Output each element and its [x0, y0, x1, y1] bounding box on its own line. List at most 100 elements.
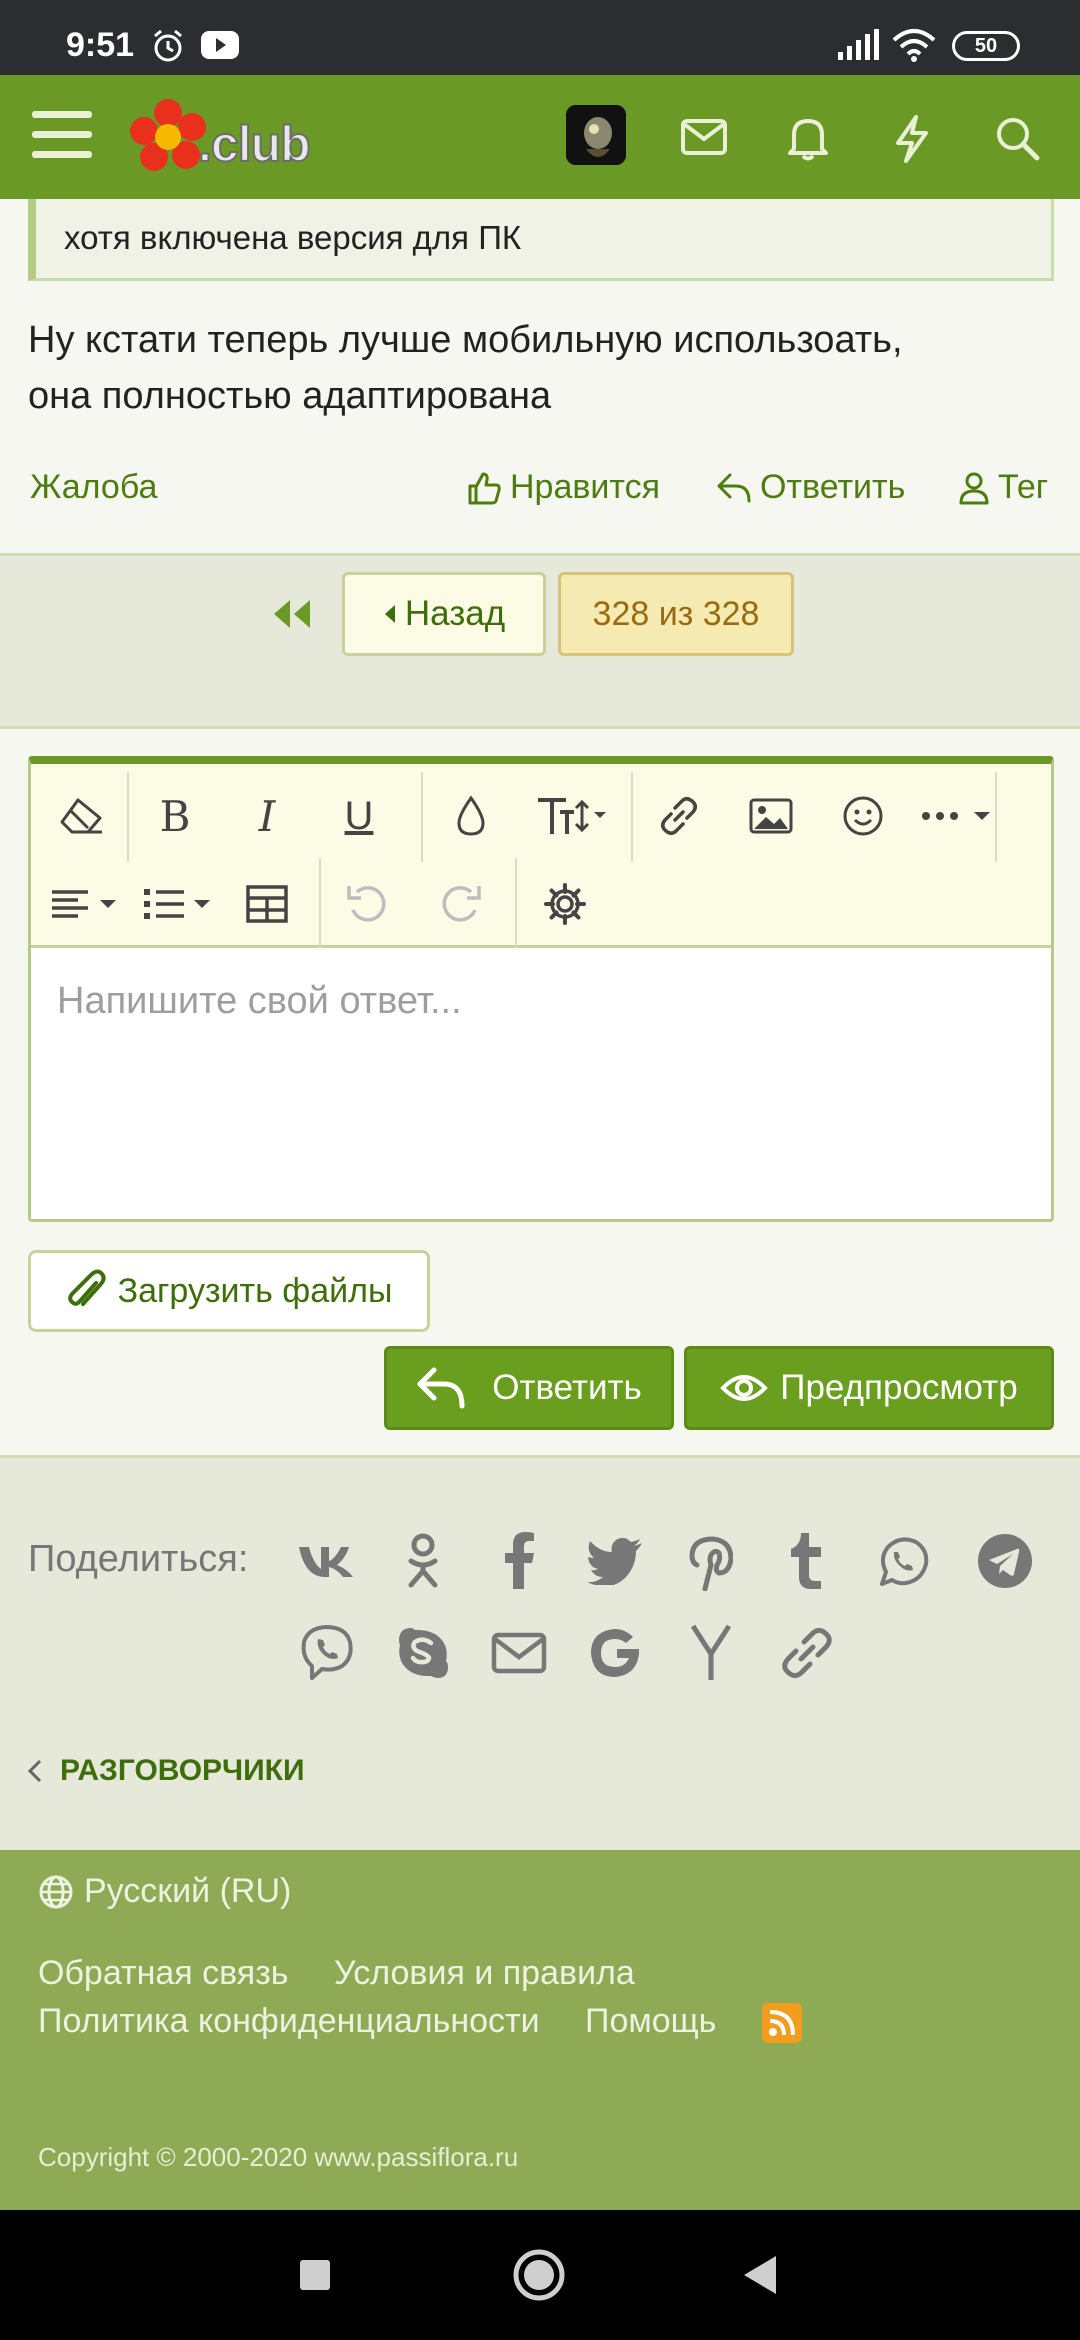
- pinterest-icon[interactable]: [678, 1528, 744, 1594]
- tag-label: Тег: [998, 468, 1049, 506]
- yandex-icon[interactable]: [678, 1620, 744, 1686]
- system-nav-bar: [0, 2210, 1080, 2340]
- page-count-button[interactable]: 328 из 328: [558, 572, 794, 656]
- battery-indicator: 50: [952, 31, 1020, 61]
- text-size-icon[interactable]: [533, 786, 613, 846]
- divider: [0, 726, 1080, 729]
- copyright: Copyright © 2000-2020 www.passiflora.ru: [38, 2142, 519, 2172]
- reply-link[interactable]: Ответить: [716, 468, 905, 507]
- upload-label: Загрузить файлы: [117, 1271, 393, 1310]
- recent-apps-icon[interactable]: [298, 2258, 332, 2297]
- language-label: Русский (RU): [84, 1872, 292, 1910]
- thumbs-up-icon: [468, 472, 501, 504]
- eye-icon: [720, 1375, 769, 1401]
- reply-button[interactable]: Ответить: [384, 1346, 674, 1430]
- more-icon[interactable]: [917, 786, 997, 846]
- signal-icon: [836, 28, 880, 67]
- smile-icon[interactable]: [833, 786, 893, 846]
- link-share-icon[interactable]: [774, 1620, 840, 1686]
- help-link[interactable]: Помощь: [585, 2002, 716, 2040]
- share-section: Поделиться: РАЗГОВОРЧИКИ: [0, 1458, 1080, 1850]
- viber-icon[interactable]: [294, 1620, 360, 1686]
- email-icon[interactable]: [486, 1620, 552, 1686]
- rss-icon[interactable]: [761, 2003, 802, 2044]
- whatsapp-icon[interactable]: [870, 1528, 936, 1594]
- twitter-icon[interactable]: [582, 1528, 648, 1594]
- editor-toolbar: B I U: [31, 764, 1051, 948]
- status-time: 9:51: [66, 26, 135, 64]
- reply-icon: [717, 473, 751, 502]
- logo-text: .club: [197, 115, 312, 173]
- first-page-icon[interactable]: [270, 598, 314, 635]
- back-page-button[interactable]: Назад: [342, 572, 546, 656]
- user-icon: [959, 472, 989, 504]
- tag-link[interactable]: Тег: [958, 468, 1048, 507]
- reply-button-label: Ответить: [492, 1368, 642, 1407]
- tumblr-icon[interactable]: [774, 1528, 840, 1594]
- color-drop-icon[interactable]: [441, 786, 501, 846]
- back-label: Назад: [404, 594, 506, 633]
- italic-icon[interactable]: I: [237, 786, 297, 846]
- skype-icon[interactable]: [390, 1620, 456, 1686]
- footer-links-row: Обратная связь Условия и правила: [38, 1954, 671, 1993]
- settings-icon[interactable]: [535, 874, 595, 934]
- table-icon[interactable]: [237, 874, 297, 934]
- app-header: .club: [0, 75, 1080, 199]
- alarm-icon: [150, 28, 186, 69]
- post-body: Ну кстати теперь лучше мобильную использ…: [28, 312, 1058, 424]
- post-actions: Жалоба Нравится Ответить Тег: [0, 458, 1080, 518]
- page-count-label: 328 из 328: [592, 594, 760, 633]
- quote-block: хотя включена версия для ПК: [28, 199, 1054, 281]
- eraser-icon[interactable]: [51, 786, 111, 846]
- youtube-icon: [200, 28, 240, 67]
- google-icon[interactable]: [582, 1620, 648, 1686]
- reply-editor: B I U Напишите свой ответ...: [28, 756, 1054, 1222]
- odnoklassniki-icon[interactable]: [390, 1528, 456, 1594]
- globe-icon: [39, 1875, 73, 1908]
- lightning-icon[interactable]: [892, 115, 932, 168]
- privacy-link[interactable]: Политика конфиденциальности: [38, 2002, 540, 2040]
- home-icon[interactable]: [512, 2248, 566, 2307]
- terms-link[interactable]: Условия и правила: [334, 1954, 635, 1992]
- telegram-icon[interactable]: [972, 1528, 1038, 1594]
- chevron-left-icon: [28, 1759, 42, 1783]
- back-icon[interactable]: [742, 2254, 778, 2301]
- vk-icon[interactable]: [294, 1528, 360, 1594]
- reply-icon: [417, 1367, 465, 1409]
- reply-placeholder: Напишите свой ответ...: [57, 980, 462, 1022]
- status-bar: 9:51 50: [0, 0, 1080, 75]
- footer: Русский (RU) Обратная связь Условия и пр…: [0, 1850, 1080, 2210]
- post-body-line: Ну кстати теперь лучше мобильную использ…: [28, 319, 903, 361]
- mail-icon[interactable]: [680, 115, 728, 164]
- avatar[interactable]: [566, 105, 626, 165]
- post-body-line: она полностью адаптирована: [28, 375, 552, 417]
- preview-button[interactable]: Предпросмотр: [684, 1346, 1054, 1430]
- facebook-icon[interactable]: [486, 1528, 552, 1594]
- breadcrumb[interactable]: РАЗГОВОРЧИКИ: [28, 1754, 305, 1788]
- menu-icon[interactable]: [32, 107, 92, 168]
- like-button[interactable]: Нравится: [466, 468, 660, 507]
- preview-label: Предпросмотр: [780, 1368, 1018, 1407]
- align-icon[interactable]: [45, 874, 125, 934]
- pager: Назад 328 из 328: [0, 556, 1080, 729]
- search-icon[interactable]: [994, 115, 1040, 166]
- bold-icon[interactable]: B: [145, 786, 205, 846]
- quote-text: хотя включена версия для ПК: [64, 219, 522, 256]
- share-label: Поделиться:: [28, 1538, 249, 1580]
- like-label: Нравится: [510, 468, 661, 506]
- bell-icon[interactable]: [786, 115, 830, 166]
- language-selector[interactable]: Русский (RU): [38, 1872, 291, 1911]
- undo-icon[interactable]: [337, 874, 397, 934]
- feedback-link[interactable]: Обратная связь: [38, 1954, 289, 1992]
- list-icon[interactable]: [139, 874, 219, 934]
- link-icon[interactable]: [649, 786, 709, 846]
- paperclip-icon: [67, 1269, 106, 1306]
- footer-links-row: Политика конфиденциальности Помощь: [38, 2002, 838, 2044]
- underline-icon[interactable]: U: [329, 786, 389, 846]
- report-link[interactable]: Жалоба: [30, 468, 157, 507]
- reply-textarea[interactable]: Напишите свой ответ...: [57, 980, 462, 1023]
- wifi-icon: [892, 28, 936, 67]
- upload-files-button[interactable]: Загрузить файлы: [28, 1250, 430, 1332]
- image-icon[interactable]: [741, 786, 801, 846]
- redo-icon[interactable]: [431, 874, 491, 934]
